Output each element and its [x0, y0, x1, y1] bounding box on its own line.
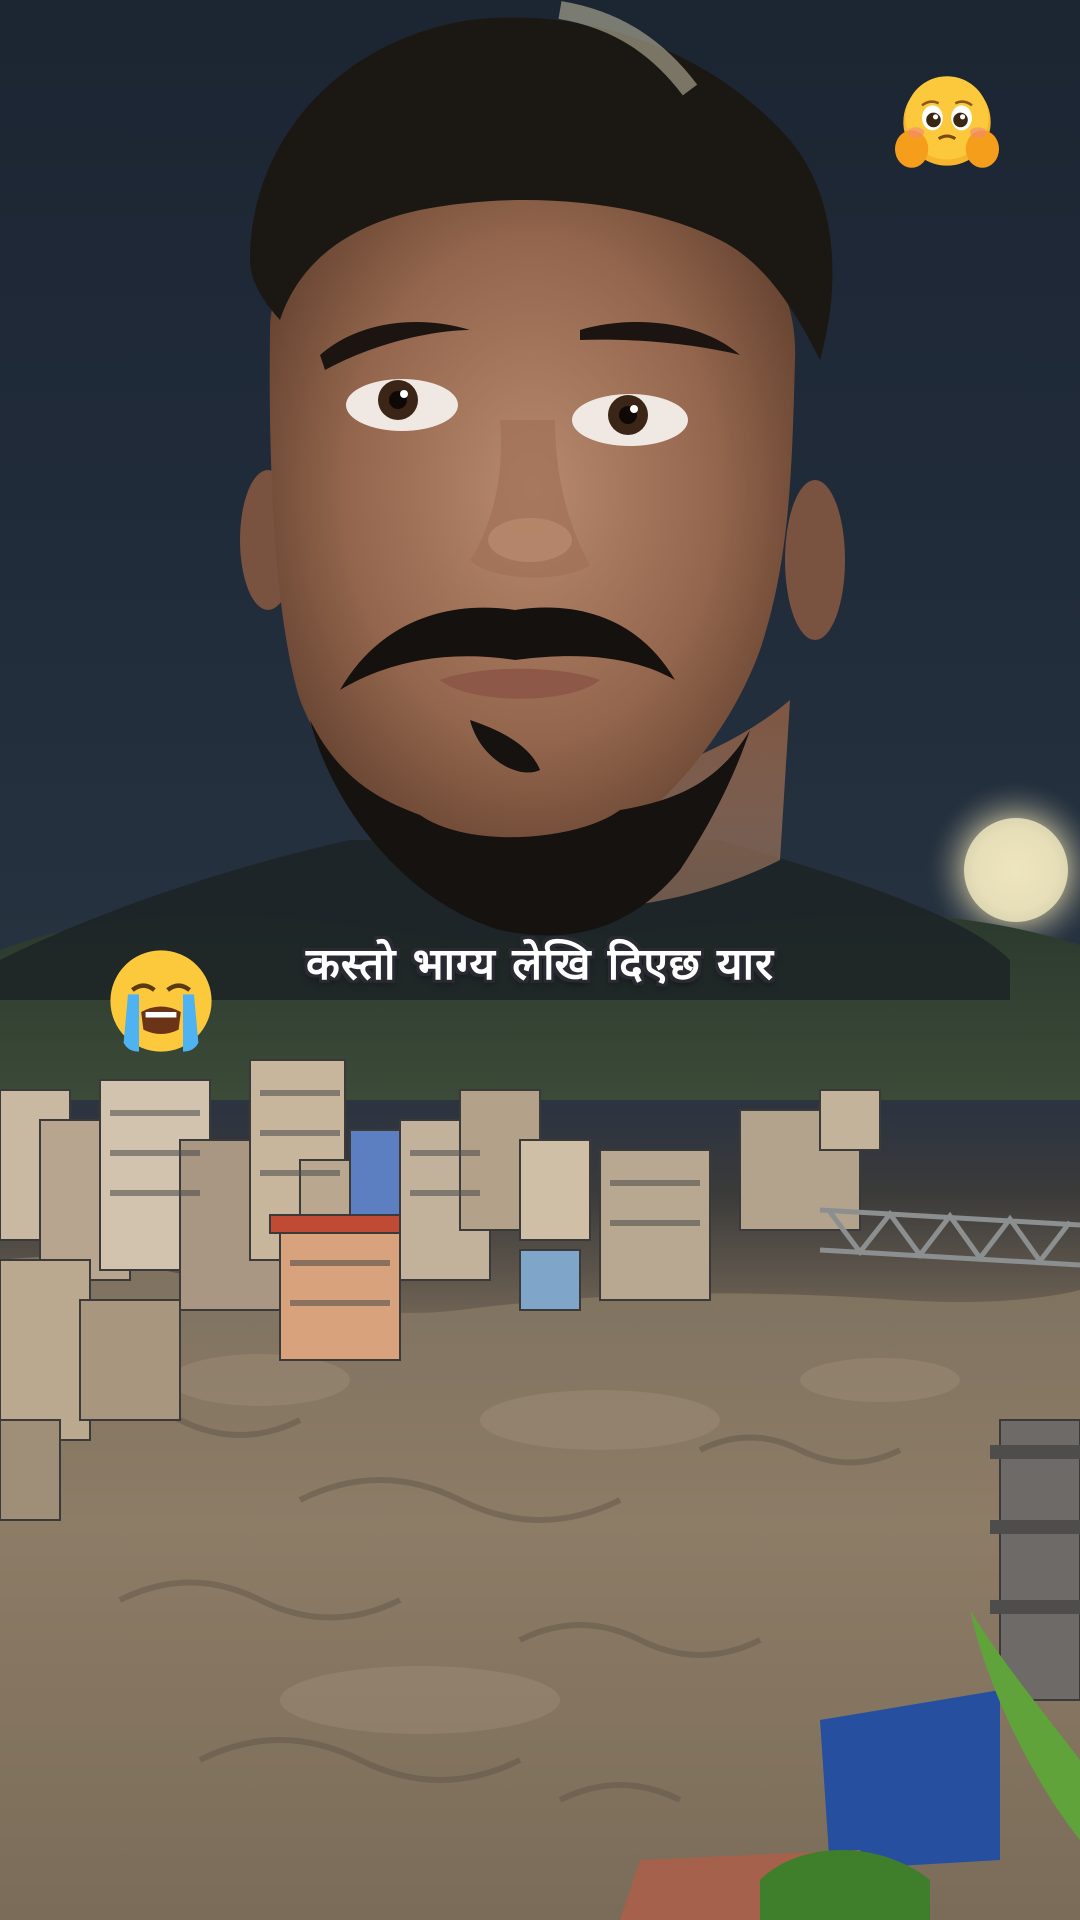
pleading-face-with-hands-icon [895, 76, 999, 168]
caption-text: कस्तो भाग्य लेखि दिएछ यार [306, 939, 774, 990]
photo-collage: कस्तो भाग्य लेखि दिएछ यार [0, 0, 1080, 1920]
right-ear [785, 480, 845, 640]
